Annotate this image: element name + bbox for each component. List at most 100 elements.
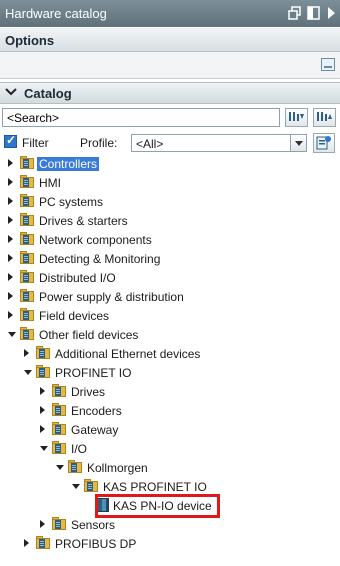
dropdown-arrow-icon[interactable]	[290, 135, 306, 151]
search-down-button[interactable]	[285, 108, 308, 127]
folder-icon	[20, 194, 35, 207]
expand-open-icon[interactable]	[24, 370, 32, 375]
folder-icon	[36, 536, 51, 549]
tree-item[interactable]: Other field devices	[0, 325, 340, 344]
folder-icon	[84, 479, 99, 492]
expand-closed-icon[interactable]	[8, 292, 13, 300]
tree-item-label: PROFIBUS DP	[55, 537, 137, 551]
layout-icon[interactable]	[321, 58, 335, 71]
folder-icon	[52, 517, 67, 530]
folder-icon	[20, 251, 35, 264]
tree-item[interactable]: Detecting & Monitoring	[0, 249, 340, 268]
chevron-down-icon[interactable]	[5, 86, 17, 98]
folder-icon	[20, 308, 35, 321]
tree-item[interactable]: Drives	[0, 382, 340, 401]
expand-open-icon[interactable]	[72, 484, 80, 489]
expand-open-icon[interactable]	[8, 332, 16, 337]
highlight-box	[95, 494, 220, 518]
filter-checkbox[interactable]	[4, 133, 17, 148]
panel-titlebar: Hardware catalog	[0, 0, 340, 27]
search-up-button[interactable]	[313, 108, 336, 127]
tree-item[interactable]: Field devices	[0, 306, 340, 325]
tree-item[interactable]: PROFINET IO	[0, 363, 340, 382]
tree-item-label: Distributed I/O	[39, 271, 116, 285]
search-down-icon	[289, 112, 304, 121]
expand-closed-icon[interactable]	[40, 406, 45, 414]
options-header: Options	[0, 28, 340, 52]
folder-icon	[52, 384, 67, 397]
folder-icon	[20, 213, 35, 226]
profile-select[interactable]: <All>	[131, 134, 307, 152]
tree-item[interactable]: PROFIBUS DP	[0, 534, 340, 553]
tree-item-label: HMI	[39, 176, 61, 190]
tree-item-label: Drives & starters	[39, 214, 128, 228]
tree-item-label: KAS PROFINET IO	[103, 480, 207, 494]
restore-icon[interactable]	[288, 6, 301, 20]
tree-item-label: Sensors	[71, 518, 116, 532]
catalog-header[interactable]: Catalog	[0, 82, 340, 104]
tree-item-label: PC systems	[39, 195, 104, 209]
tree-item-label: Additional Ethernet devices	[55, 347, 201, 361]
tree-item[interactable]: Power supply & distribution	[0, 287, 340, 306]
tree-item[interactable]: Encoders	[0, 401, 340, 420]
options-title: Options	[5, 33, 55, 48]
folder-icon	[20, 232, 35, 245]
search-up-icon	[317, 112, 332, 121]
tree-item[interactable]: Kollmorgen	[0, 458, 340, 477]
tree-item-label: Drives	[71, 385, 106, 399]
filter-label: Filter	[22, 136, 49, 150]
tree-item[interactable]: Distributed I/O	[0, 268, 340, 287]
expand-closed-icon[interactable]	[8, 254, 13, 262]
folder-icon	[52, 441, 67, 454]
expand-closed-icon[interactable]	[8, 235, 13, 243]
expand-closed-icon[interactable]	[24, 349, 29, 357]
tree-item[interactable]: Additional Ethernet devices	[0, 344, 340, 363]
catalog-title: Catalog	[24, 86, 72, 101]
collapse-right-icon[interactable]	[325, 6, 338, 20]
tree-item[interactable]: Gateway	[0, 420, 340, 439]
expand-closed-icon[interactable]	[8, 216, 13, 224]
search-input[interactable]	[2, 108, 280, 127]
expand-closed-icon[interactable]	[8, 178, 13, 186]
expand-closed-icon[interactable]	[24, 539, 29, 547]
tree-item-label: PROFINET IO	[55, 366, 132, 380]
profile-settings-button[interactable]	[313, 133, 335, 153]
expand-closed-icon[interactable]	[8, 159, 13, 167]
tree-item[interactable]: PC systems	[0, 192, 340, 211]
folder-icon	[36, 365, 51, 378]
tree-item-label: Gateway	[71, 423, 119, 437]
split-icon[interactable]	[307, 6, 320, 20]
tree-item-label: Field devices	[39, 309, 110, 323]
tree-item-label: Power supply & distribution	[39, 290, 184, 304]
expand-closed-icon[interactable]	[8, 311, 13, 319]
tree-item[interactable]: Controllers	[0, 154, 340, 173]
tree-item-label: Kollmorgen	[87, 461, 148, 475]
tree-item-label: I/O	[71, 442, 88, 456]
tree-item-label: Other field devices	[39, 328, 139, 342]
filter-row: Filter Profile: <All>	[0, 132, 340, 154]
expand-closed-icon[interactable]	[8, 197, 13, 205]
options-body	[0, 52, 340, 79]
tree-item[interactable]: Network components	[0, 230, 340, 249]
folder-icon	[68, 460, 83, 473]
expand-open-icon[interactable]	[40, 446, 48, 451]
profile-label: Profile:	[80, 136, 118, 150]
folder-icon	[20, 289, 35, 302]
tree-item[interactable]: I/O	[0, 439, 340, 458]
folder-icon	[36, 346, 51, 359]
expand-open-icon[interactable]	[56, 465, 64, 470]
profile-select-value: <All>	[136, 137, 164, 151]
tree-item-label: Controllers	[37, 157, 100, 171]
expand-closed-icon[interactable]	[8, 273, 13, 281]
folder-icon	[20, 327, 35, 340]
profile-settings-icon	[316, 136, 331, 150]
tree-item[interactable]: HMI	[0, 173, 340, 192]
tree-item-label: Network components	[39, 233, 152, 247]
folder-icon	[20, 175, 35, 188]
expand-closed-icon[interactable]	[40, 425, 45, 433]
folder-icon	[52, 403, 67, 416]
tree-item[interactable]: Drives & starters	[0, 211, 340, 230]
folder-icon	[52, 422, 67, 435]
expand-closed-icon[interactable]	[40, 520, 45, 528]
expand-closed-icon[interactable]	[40, 387, 45, 395]
